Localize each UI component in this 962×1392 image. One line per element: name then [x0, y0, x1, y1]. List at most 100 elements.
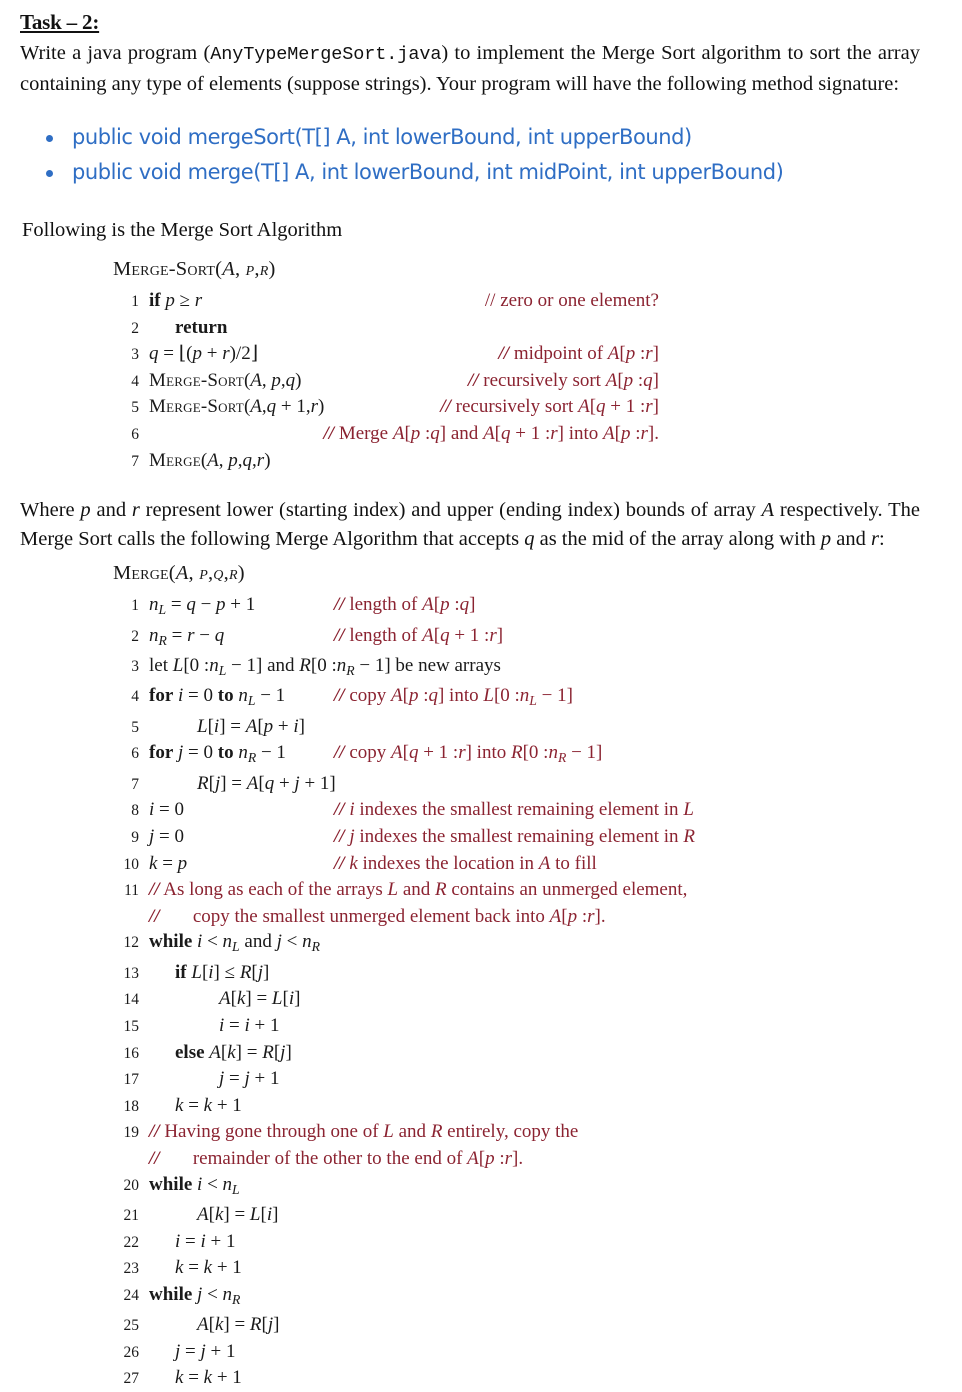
line-number: 3: [131, 346, 139, 364]
line-comment: // Merge A[p :q] and A[q + 1 :r] into A[…: [323, 422, 659, 444]
line-code: if L[i] ≤ R[j]: [175, 961, 270, 983]
document-page: Task – 2: Write a java program (AnyTypeM…: [0, 10, 962, 1388]
pseudocode-line: 4 Merge-Sort(A, p,q) // recursively sort …: [113, 368, 962, 395]
line-code: L[i] = A[p + i]: [197, 715, 305, 737]
merge-title: Merge(A, p,q,r): [113, 562, 245, 585]
line-number: 16: [123, 1044, 140, 1062]
line-number: 20: [123, 1176, 140, 1194]
line-code: nR = r − q: [149, 624, 225, 648]
method-signature-mergesort: public void mergeSort(T[] A, int lowerBo…: [72, 125, 692, 149]
line-code: i = 0: [149, 799, 184, 821]
merge-sort-title: Merge-Sort(A, p,r): [113, 258, 276, 280]
pseudocode-line: 5 L[i] = A[p + i]: [113, 714, 962, 741]
line-number: 2: [131, 627, 139, 645]
line-number: 22: [123, 1233, 140, 1251]
pseudocode-line: 1 nL = q − p + 1 // length of A[p :q]: [113, 592, 962, 622]
line-code: nL = q − p + 1: [149, 594, 256, 617]
line-number: 14: [123, 991, 140, 1009]
pseudocode-line: 13 if L[i] ≤ R[j]: [113, 960, 962, 987]
pseudocode-line: 21 A[k] = L[i]: [113, 1202, 962, 1229]
line-number: 1: [131, 597, 139, 615]
line-code: if p ≥ r: [149, 290, 203, 311]
intro-text-before-code: Write a java program (: [20, 42, 211, 64]
line-number: 3: [131, 658, 139, 675]
line-number: 6: [131, 425, 139, 443]
line-comment: // zero or one element?: [484, 290, 659, 311]
merge-sort-algorithm-block: Merge-Sort(A, p,r) 1 if p ≥ r // zero or …: [113, 258, 962, 474]
line-number: 6: [131, 745, 139, 763]
line-code: for j = 0 to nR − 1: [149, 742, 286, 766]
line-number: 1: [131, 293, 139, 310]
pseudocode-line: 3 let L[0 :nL − 1] and R[0 :nR − 1] be n…: [113, 653, 962, 683]
list-item: public void mergeSort(T[] A, int lowerBo…: [44, 120, 962, 155]
line-code: while i < nL and j < nR: [149, 931, 320, 955]
line-number: 21: [123, 1207, 140, 1225]
line-code: k = k + 1: [175, 1257, 242, 1279]
line-comment: // midpoint of A[p :r]: [498, 343, 659, 365]
line-comment: // copy A[q + 1 :r] into R[0 :nR − 1]: [334, 742, 603, 766]
line-number: 17: [123, 1071, 140, 1089]
line-number: 18: [123, 1097, 140, 1115]
pseudocode-line: 20 while i < nL: [113, 1172, 962, 1202]
pseudocode-line: 22 i = i + 1: [113, 1229, 962, 1256]
pseudocode-line: 9 j = 0 // j indexes the smallest remaini…: [113, 824, 962, 851]
algorithm-lead-in: Following is the Merge Sort Algorithm: [22, 219, 343, 241]
line-comment: // copy the smallest unmerged element ba…: [149, 905, 606, 927]
merge-algorithm-block: Merge(A, p,q,r) 1 nL = q − p + 1 // lengt…: [113, 562, 962, 1392]
line-number: 11: [124, 882, 139, 900]
pseudocode-line: 16 else A[k] = R[j]: [113, 1040, 962, 1067]
method-signature-merge: public void merge(T[] A, int lowerBound,…: [72, 160, 784, 184]
line-comment: // recursively sort A[q + 1 :r]: [440, 396, 659, 418]
line-number: 5: [131, 718, 139, 736]
line-code: R[j] = A[q + j + 1]: [197, 772, 336, 794]
line-code: A[k] = L[i]: [219, 988, 301, 1010]
line-code: Merge-Sort(A,q + 1,r): [149, 396, 325, 418]
pseudocode-line: 2 nR = r − q // length of A[q + 1 :r]: [113, 623, 962, 653]
line-comment: // k indexes the location in A to fill: [334, 852, 597, 874]
pseudocode-line: 27 k = k + 1: [113, 1365, 962, 1392]
line-number: 7: [131, 452, 139, 470]
line-comment: // remainder of the other to the end of …: [149, 1148, 524, 1169]
pseudocode-line: 5 Merge-Sort(A,q + 1,r) // recursively so…: [113, 394, 962, 421]
pseudocode-line: // copy the smallest unmerged element ba…: [113, 904, 962, 930]
line-code: i = i + 1: [175, 1230, 236, 1252]
line-code: k = k + 1: [175, 1094, 242, 1116]
line-code: q = ⌊(p + r)/2⌋: [149, 343, 259, 365]
line-number: 23: [123, 1260, 140, 1278]
pseudocode-line: 4 for i = 0 to nL − 1 // copy A[p :q] int…: [113, 683, 962, 713]
pseudocode-line: 26 j = j + 1: [113, 1339, 962, 1366]
pseudocode-line: 24 while j < nR: [113, 1282, 962, 1312]
pseudocode-line: 19 // Having gone through one of L and R…: [113, 1119, 962, 1146]
pseudocode-line: 7 R[j] = A[q + j + 1]: [113, 771, 962, 798]
line-code: else A[k] = R[j]: [175, 1041, 292, 1063]
line-number: 15: [123, 1018, 140, 1036]
line-comment: // recursively sort A[p :q]: [467, 369, 659, 391]
page-title: Task – 2:: [20, 10, 100, 34]
line-code: j = j + 1: [175, 1340, 236, 1362]
line-number: 24: [123, 1286, 140, 1304]
line-number: 2: [131, 319, 139, 337]
pseudocode-line: 25 A[k] = R[j]: [113, 1312, 962, 1339]
line-code: let L[0 :nL − 1] and R[0 :nR − 1] be new…: [149, 655, 501, 678]
pseudocode-line: 12 while i < nL and j < nR: [113, 929, 962, 959]
line-code: return: [175, 316, 228, 338]
line-code: j = 0: [149, 826, 184, 848]
pseudocode-line: 7 Merge(A, p,q,r): [113, 448, 962, 475]
line-code: while j < nR: [149, 1283, 241, 1307]
pseudocode-line: 2 return: [113, 315, 962, 342]
pseudocode-line: 6 // Merge A[p :q] and A[q + 1 :r] into …: [113, 421, 962, 448]
line-number: 13: [123, 964, 140, 982]
line-number: 7: [131, 775, 139, 793]
pseudocode-line: 11 // As long as each of the arrays L an…: [113, 877, 962, 904]
line-code: j = j + 1: [219, 1068, 280, 1090]
pseudocode-line: 10 k = p // k indexes the location in A t…: [113, 851, 962, 878]
method-signature-list: public void mergeSort(T[] A, int lowerBo…: [0, 120, 962, 190]
pseudocode-line: // remainder of the other to the end of …: [113, 1146, 962, 1172]
pseudocode-line: 14 A[k] = L[i]: [113, 986, 962, 1013]
line-number: 10: [123, 855, 140, 873]
line-code: A[k] = L[i]: [197, 1204, 279, 1226]
line-number: 4: [131, 372, 139, 390]
pseudocode-line: 18 k = k + 1: [113, 1093, 962, 1120]
pseudocode-line: 1 if p ≥ r // zero or one element?: [113, 288, 962, 315]
line-code: for i = 0 to nL − 1: [149, 685, 286, 709]
